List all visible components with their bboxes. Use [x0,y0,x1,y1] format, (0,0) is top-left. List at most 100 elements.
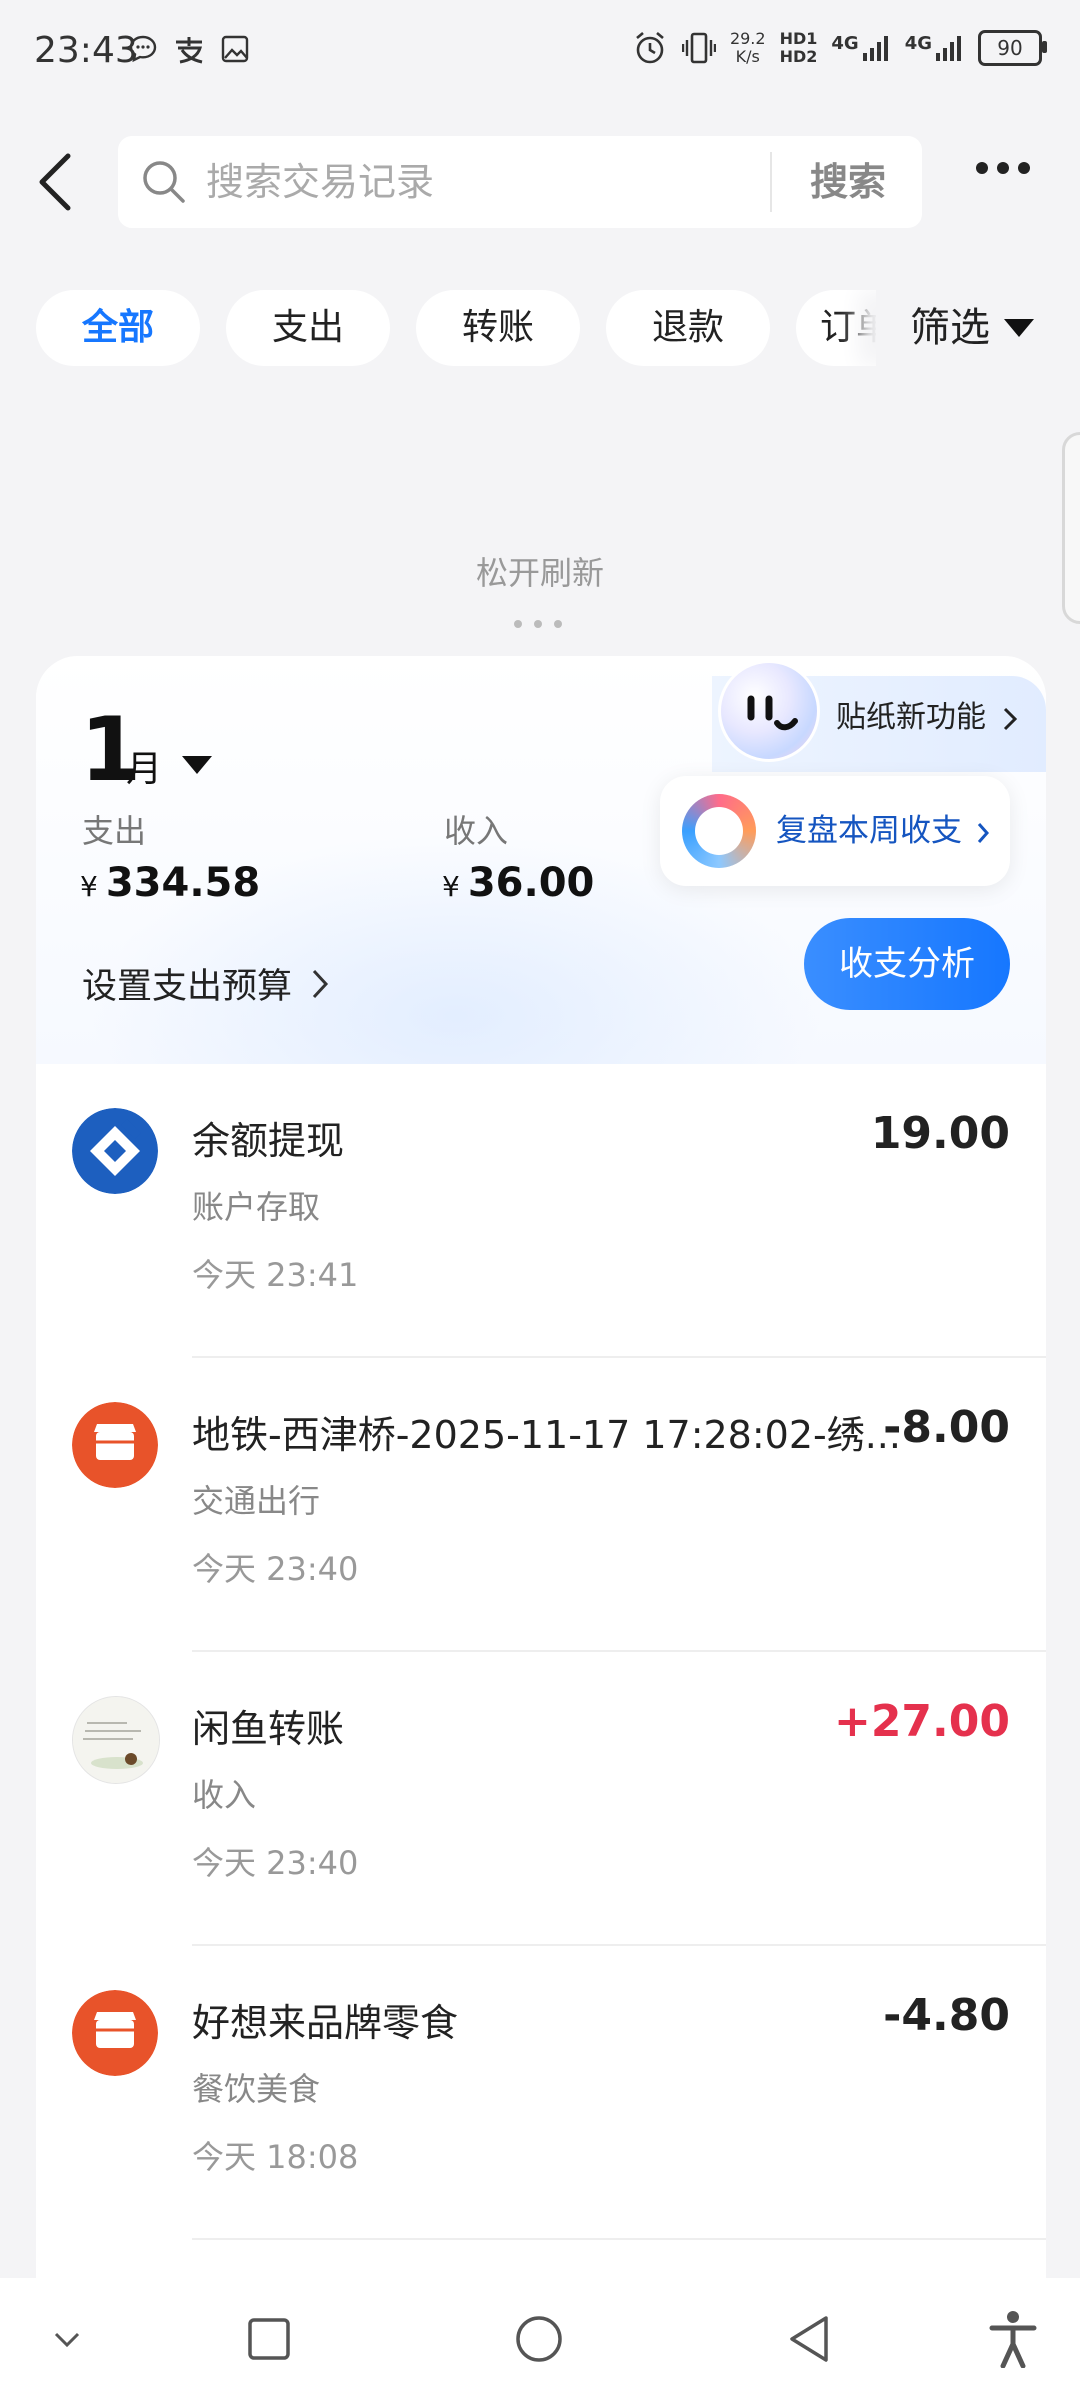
battery-level: 90 [997,36,1023,60]
expense-label: 支出 [82,812,147,850]
tab-refund[interactable]: 退款 [606,290,770,366]
search-box[interactable]: 搜索交易记录 搜索 [118,136,922,228]
transaction-category: 餐饮美食 [192,2070,321,2108]
more-dot [976,162,988,174]
transaction-row[interactable]: 余额提现 账户存取 今天 23:41 19.00 [36,1064,1046,1358]
income-expense-analysis-button[interactable]: 收支分析 [804,918,1010,1010]
net-speed-unit: K/s [735,47,760,66]
sticker-mascot-icon[interactable] [718,660,820,762]
recent-apps-button[interactable] [246,2316,292,2362]
transaction-time: 今天 23:40 [192,1550,359,1588]
transaction-category: 交通出行 [192,1482,321,1520]
search-button[interactable]: 搜索 [774,136,922,228]
chevron-right-icon [312,969,329,998]
donut-chart-icon [682,794,756,868]
hd-indicator: HD1 HD2 [780,30,818,66]
net-speed-value: 29.2 [729,29,766,48]
transaction-time: 今天 23:40 [192,1844,359,1882]
signal-2-label: 4G [904,33,932,54]
status-time: 23:43 [34,30,138,71]
chevron-down-icon[interactable] [50,2322,84,2356]
signal-bars-icon [862,36,888,61]
transaction-row[interactable]: 地铁-西津桥-2025-11-17 17:28:02-绣... 交通出行 今天 … [36,1358,1046,1652]
more-dot [1018,162,1030,174]
transaction-title: 好想来品牌零食 [192,2001,459,2045]
filter-tabs: 全部 支出 转账 退款 订单 [36,290,916,366]
alipay-icon [176,37,203,64]
sticker-feature-label: 贴纸新功能 [836,700,986,735]
smiley-icon [747,695,798,731]
filter-label: 筛选 [910,305,990,351]
transaction-time: 今天 23:41 [192,1256,359,1294]
user-avatar-icon [72,1696,160,1784]
search-divider [770,152,772,212]
chevron-right-icon [1003,707,1017,730]
transaction-amount: +27.00 [833,1696,1010,1747]
transaction-row[interactable]: 闲鱼转账 收入 今天 23:40 +27.00 [36,1652,1046,1946]
gallery-icon [221,35,249,63]
refresh-hint: 松开刷新 [475,554,604,592]
signal-1: 4G [831,33,890,63]
income-label: 收入 [444,812,509,850]
weekly-review-label: 复盘本周收支 [776,776,990,886]
set-budget-label: 设置支出预算 [82,967,293,1007]
system-navigation-bar [0,2278,1080,2400]
transaction-category: 收入 [192,1776,257,1814]
bank-icon [72,1108,158,1194]
transaction-row[interactable]: 好想来品牌零食 餐饮美食 今天 18:08 -4.80 [36,1946,1046,2240]
transaction-title: 地铁-西津桥-2025-11-17 17:28:02-绣... [192,1413,901,1457]
side-drag-handle[interactable] [1062,432,1080,624]
income-total: ¥36.00 [442,860,594,906]
triangle-down-icon [1004,319,1034,337]
search-input[interactable]: 搜索交易记录 [206,136,434,228]
transaction-time: 今天 18:08 [192,2138,359,2176]
transaction-title: 余额提现 [192,1119,345,1163]
tab-expense[interactable]: 支出 [226,290,390,366]
month-dropdown-icon[interactable] [182,756,212,774]
weekly-review-text: 复盘本周收支 [776,813,962,849]
chevron-right-icon [977,822,989,843]
more-dot [997,162,1009,174]
chat-bubble-icon [129,35,157,63]
chevron-left-icon [39,153,71,211]
home-button[interactable] [514,2314,564,2364]
transaction-amount: 19.00 [870,1108,1010,1159]
transaction-category: 账户存取 [192,1188,321,1226]
store-icon [72,1990,158,2076]
back-nav-button[interactable] [786,2314,832,2364]
hd2-label: HD2 [779,47,818,66]
signal-1-label: 4G [831,33,859,54]
store-icon [72,1402,158,1488]
status-right-group: 29.2 K/s HD1 HD2 4G 4G 90 [632,30,1047,66]
income-amount: 36.00 [467,860,595,906]
expense-amount: 334.58 [105,860,261,906]
transactions-card: 贴纸新功能 1 月 复盘本周收支 支出 ¥334.58 收入 ¥36.00 设置… [36,656,1046,2400]
tab-transfer[interactable]: 转账 [416,290,580,366]
filter-button[interactable]: 筛选 [876,290,1054,366]
tab-all[interactable]: 全部 [36,290,200,366]
accessibility-icon[interactable] [988,2310,1038,2368]
divider [192,2238,1046,2240]
month-suffix[interactable]: 月 [126,740,162,792]
transaction-amount: -4.80 [883,1990,1010,2041]
sticker-feature-link[interactable]: 贴纸新功能 [836,692,1018,736]
battery-icon: 90 [978,30,1047,66]
currency-symbol: ¥ [442,870,460,903]
set-budget-link[interactable]: 设置支出预算 [82,958,330,1009]
transaction-title: 闲鱼转账 [192,1707,345,1751]
search-icon [143,161,185,203]
back-button[interactable] [36,152,76,212]
more-options-button[interactable] [976,162,1030,174]
net-speed: 29.2 K/s [730,30,766,66]
hd1-label: HD1 [779,29,818,48]
currency-symbol: ¥ [80,870,98,903]
signal-bars-icon [936,36,961,61]
alarm-icon [636,32,664,64]
signal-2: 4G [905,33,964,63]
weekly-review-button[interactable]: 复盘本周收支 [660,776,1010,886]
vibrate-icon [681,32,716,64]
expense-total: ¥334.58 [80,860,260,906]
summary-header: 贴纸新功能 1 月 复盘本周收支 支出 ¥334.58 收入 ¥36.00 设置… [36,656,1046,1064]
status-left-icons [128,34,250,64]
loading-dots-icon [514,620,562,628]
